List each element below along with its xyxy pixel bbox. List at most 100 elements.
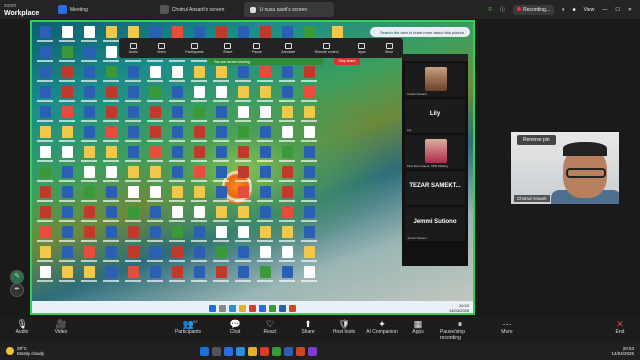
desktop-file-icon[interactable] [56,86,78,106]
desktop-file-icon[interactable] [144,86,166,106]
desktop-file-icon[interactable] [56,186,78,206]
search-icon[interactable] [219,304,226,312]
desktop-file-icon[interactable] [144,106,166,126]
share-toolbar-video-button[interactable]: Video [157,42,166,54]
desktop-file-icon[interactable] [34,66,56,86]
desktop-file-icon[interactable] [188,126,210,146]
desktop-file-icon[interactable] [34,226,56,246]
desktop-file-icon[interactable] [210,226,232,246]
control-chat-button[interactable]: 💬 Chat [215,319,255,335]
desktop-file-icon[interactable] [298,66,320,86]
desktop-file-icon[interactable] [188,266,210,286]
maximize-icon[interactable]: ☐ [615,7,619,13]
desktop-file-icon[interactable] [166,86,188,106]
desktop-file-icon[interactable] [254,146,276,166]
control-pause-stop-recording-button[interactable]: ⏸ Pause/stop recording [440,319,480,341]
control-participants-button[interactable]: 👥 92 Participants [168,319,208,335]
desktop-file-icon[interactable] [144,186,166,206]
desktop-file-icon[interactable] [144,266,166,286]
desktop-file-icon[interactable] [166,126,188,146]
shared-screen[interactable]: Search the web to learn more about this … [30,20,475,315]
share-toolbar-apps-button[interactable]: Apps [358,42,366,54]
desktop-file-icon[interactable] [78,126,100,146]
desktop-file-icon[interactable] [56,66,78,86]
desktop-file-icon[interactable] [276,226,298,246]
desktop-file-icon[interactable] [100,86,122,106]
desktop-file-icon[interactable] [144,206,166,226]
desktop-file-icon[interactable] [34,26,56,46]
desktop-file-icon[interactable] [232,146,254,166]
desktop-file-icon[interactable] [122,146,144,166]
desktop-file-icon[interactable] [78,266,100,286]
desktop-file-icon[interactable] [122,66,144,86]
desktop-file-icon[interactable] [254,246,276,266]
desktop-file-icon[interactable] [56,206,78,226]
control-end-button[interactable]: ✕ End [600,319,640,335]
edge-icon[interactable] [236,346,245,356]
word-icon[interactable] [279,304,286,312]
folder-icon[interactable] [239,304,246,312]
desktop-file-icon[interactable] [100,246,122,266]
desktop-file-icon[interactable] [254,166,276,186]
tab-screen-active[interactable]: U nusu saeti's screen [244,2,335,17]
desktop-file-icon[interactable] [34,246,56,266]
control-ai-companion-button[interactable]: ✦ AI Companion [362,319,402,335]
tab-meeting[interactable]: Meeting [52,2,94,17]
desktop-file-icon[interactable] [56,126,78,146]
desktop-file-icon[interactable] [122,226,144,246]
desktop-file-icon[interactable] [210,66,232,86]
desktop-file-icon[interactable] [188,66,210,86]
desktop-file-icon[interactable] [188,146,210,166]
desktop-file-icon[interactable] [232,226,254,246]
desktop-file-icon[interactable] [166,106,188,126]
desktop-file-icon[interactable] [100,146,122,166]
edge-icon[interactable] [229,304,236,312]
desktop-file-icon[interactable] [210,166,232,186]
desktop-file-icon[interactable] [166,206,188,226]
desktop-file-icon[interactable] [276,106,298,126]
folder-icon[interactable] [332,26,343,38]
desktop-file-icon[interactable] [210,86,232,106]
desktop-file-icon[interactable] [232,66,254,86]
desktop-file-icon[interactable] [100,226,122,246]
desktop-file-icon[interactable] [34,206,56,226]
desktop-file-icon[interactable] [144,246,166,266]
participant-tile[interactable]: Fitra Nur Isnaeni, UPN Malang [405,135,465,169]
desktop-file-icon[interactable] [144,226,166,246]
desktop-file-icon[interactable] [298,86,320,106]
desktop-file-icon[interactable] [232,86,254,106]
desktop-file-icon[interactable] [78,206,100,226]
control-more-button[interactable]: ⋯ More [487,319,527,335]
desktop-file-icon[interactable] [166,266,188,286]
chrome-icon[interactable] [260,346,269,356]
desktop-file-icon[interactable] [232,206,254,226]
app-icon[interactable] [308,346,317,356]
desktop-file-icon[interactable] [298,146,320,166]
desktop-file-icon[interactable] [56,146,78,166]
desktop-file-icon[interactable] [210,186,232,206]
participant-tile[interactable]: TEZAR SAMEKT... [405,171,465,205]
chrome-icon[interactable] [249,304,256,312]
desktop-file-icon[interactable] [166,66,188,86]
system-tray[interactable]: 20:53 14/04/2026 [611,346,634,356]
desktop-file-icon[interactable] [232,166,254,186]
desktop-file-icon[interactable] [78,246,100,266]
desktop-file-icon[interactable] [100,126,122,146]
desktop-file-icon[interactable] [188,206,210,226]
desktop-file-icon[interactable] [188,246,210,266]
desktop-file-icon[interactable] [254,126,276,146]
excel-icon[interactable] [269,304,276,312]
stop-share-button[interactable]: Stop share [334,58,360,65]
desktop-file-icon[interactable] [78,46,100,66]
desktop-file-icon[interactable] [298,106,320,126]
desktop-file-icon[interactable] [254,226,276,246]
pinned-video[interactable]: Remove pin Chotrul Ansarti [511,132,619,204]
excel-icon[interactable] [272,346,281,356]
share-toolbar-audio-button[interactable]: Audio [129,42,138,54]
desktop-file-icon[interactable] [276,66,298,86]
desktop-file-icon[interactable] [78,106,100,126]
desktop-file-icon[interactable] [78,186,100,206]
windows-start-icon[interactable] [200,346,209,356]
desktop-file-icon[interactable] [78,86,100,106]
control-host-tools-button[interactable]: 🛡 Host tools [324,319,364,335]
